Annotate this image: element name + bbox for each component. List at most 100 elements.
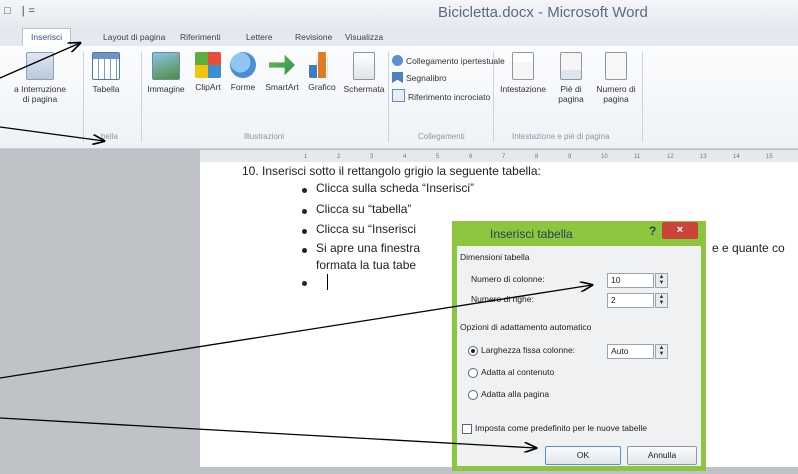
ruler-tick: 8 [535,154,539,160]
page-break-button[interactable]: a Interruzione di pagina [2,52,78,104]
crossref-button[interactable]: Riferimento incrociato [392,89,490,102]
ruler-tick: 9 [568,154,572,160]
doc-bullet-3: Clicca su “Inserisci [316,222,417,236]
shapes-icon [230,52,256,78]
header-button[interactable]: Intestazione [498,52,548,94]
rows-input[interactable]: 2 [607,293,654,308]
ribbon: a Interruzione di pagina Tabella Immagin… [0,46,798,149]
table-button[interactable]: Tabella [88,52,124,94]
page-number-label: Numero di pagina [596,84,636,104]
fixed-width-radio[interactable] [468,346,478,356]
text-cursor [327,274,328,290]
separator [83,52,84,142]
page-number-button[interactable]: Numero di pagina [592,52,640,104]
ruler-tick: 11 [634,154,641,160]
tab-inserisci[interactable]: Inserisci [22,28,72,47]
doc-bullet-4: Si apre una finestra [316,241,421,255]
close-button[interactable]: × [662,222,698,239]
screenshot-icon [353,52,375,80]
table-label: Tabella [92,84,120,94]
doc-line-cont: formata la tua tabe [316,258,417,272]
group-tables: bella [101,132,118,141]
footer-label: Piè di pagina [558,84,584,104]
image-button[interactable]: Immagine [144,52,188,94]
crossref-icon [392,89,405,102]
ruler-tick: 13 [700,154,707,160]
fixed-width-input[interactable]: Auto [607,344,654,359]
dialog-body: Dimensioni tabella Numero di colonne: 10… [457,246,701,466]
columns-spinner[interactable]: ▲ ▼ [655,273,668,288]
ruler-tick: 15 [766,154,773,160]
doc-bullet-4-tail: e e quante co [712,241,785,255]
fixed-width-spinner[interactable]: ▲ ▼ [655,344,668,359]
hyperlink-button[interactable]: Collegamento ipertestuale [392,55,505,66]
bullet-point [302,248,307,253]
fit-page-radio[interactable] [468,390,478,400]
separator [642,52,643,142]
cancel-button[interactable]: Annulla [627,446,697,465]
doc-bullet-2: Clicca su “tabella” [316,202,412,216]
size-section-label: Dimensioni tabella [460,252,530,262]
fit-content-radio[interactable] [468,368,478,378]
tab-riferimenti[interactable]: Riferimenti [180,29,221,45]
default-checkbox[interactable] [462,424,472,434]
ruler-tick: 10 [601,154,608,160]
rows-spinner[interactable]: ▲ ▼ [655,293,668,308]
insert-table-dialog: Inserisci tabella ? × Dimensioni tabella… [452,221,706,471]
chart-icon [309,52,328,78]
bookmark-icon [392,72,403,83]
columns-label: Numero di colonne: [471,274,545,284]
image-icon [152,52,180,80]
screenshot-button[interactable]: Schermata [341,52,387,94]
ruler-tick: 4 [403,154,407,160]
smartart-icon [269,54,295,76]
image-label: Immagine [147,84,185,94]
ok-button[interactable]: OK [545,446,621,465]
separator [388,52,389,142]
chart-button[interactable]: Grafico [305,52,339,92]
ruler-tick: 12 [667,154,674,160]
footer-icon [560,52,582,80]
help-button[interactable]: ? [649,224,656,238]
quick-access-toolbar[interactable]: □ |= [4,5,39,17]
bookmark-label: Segnalibro [406,73,447,83]
tab-visualizza[interactable]: Visualizza [345,29,383,45]
shapes-label: Forme [230,82,256,92]
tab-revisione[interactable]: Revisione [295,29,332,45]
page-number-icon [605,52,627,80]
clipart-button[interactable]: ClipArt [191,52,225,92]
ruler-tick: 7 [502,154,506,160]
rows-label: Numero di righe: [471,294,534,304]
doc-bullet-1: Clicca sulla scheda “Inserisci” [316,181,475,195]
bullet-point [302,209,307,214]
screenshot-label: Schermata [343,84,385,94]
shapes-button[interactable]: Forme [228,52,258,92]
smartart-button[interactable]: SmartArt [261,52,303,92]
ruler-tick: 14 [733,154,740,160]
separator [141,52,142,142]
ruler-tick: 6 [469,154,473,160]
ribbon-tabs: Inserisci Layout di pagina Riferimenti L… [0,26,798,47]
default-checkbox-label: Imposta come predefinito per le nuove ta… [475,423,647,433]
ruler-tick: 2 [337,154,341,160]
fit-page-label: Adatta alla pagina [481,389,550,399]
footer-button[interactable]: Piè di pagina [552,52,590,104]
ruler-tick: 5 [436,154,440,160]
page-break-icon [26,52,54,80]
fixed-width-label: Larghezza fissa colonne: [481,345,576,355]
bullet-point [302,281,307,286]
ruler-tick: 3 [370,154,374,160]
page-break-label: a Interruzione di pagina [14,84,66,104]
dialog-title: Inserisci tabella [490,227,573,241]
tab-layout[interactable]: Layout di pagina [103,29,165,45]
columns-input[interactable]: 10 [607,273,654,288]
ruler-tick: 1 [304,154,308,160]
chart-label: Grafico [308,82,336,92]
fit-section-label: Opzioni di adattamento automatico [460,322,592,332]
header-icon [512,52,534,80]
dialog-titlebar[interactable]: Inserisci tabella ? × [452,221,706,245]
window-title: Bicicletta.docx - Microsoft Word [438,4,648,21]
bookmark-button[interactable]: Segnalibro [392,72,447,83]
tab-lettere[interactable]: Lettere [246,29,272,45]
hyperlink-icon [392,55,403,66]
